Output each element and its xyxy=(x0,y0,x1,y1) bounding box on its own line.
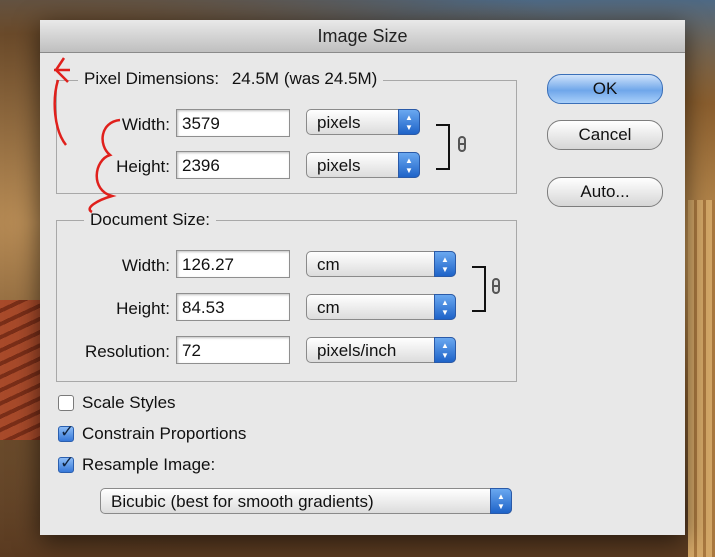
resolution-unit-value: pixels/inch xyxy=(317,341,397,360)
resample-method-value: Bicubic (best for smooth gradients) xyxy=(111,492,374,511)
doc-width-field[interactable]: 126.27 xyxy=(176,250,290,278)
up-down-arrows-icon: ▲ ▼ xyxy=(434,337,456,363)
doc-constrain-bracket xyxy=(472,266,486,312)
red-annotation-marks xyxy=(53,57,121,214)
resolution-field[interactable]: 72 xyxy=(176,336,290,364)
chain-link-icon xyxy=(458,136,466,152)
building-facade xyxy=(688,200,715,557)
pixel-width-unit-value: pixels xyxy=(317,113,361,132)
up-down-arrows-icon: ▲ ▼ xyxy=(398,109,420,135)
up-down-arrows-icon: ▲ ▼ xyxy=(490,488,512,514)
resample-image-label: Resample Image: xyxy=(82,455,216,474)
up-down-arrows-icon: ▲ ▼ xyxy=(398,152,420,178)
constrain-proportions-label: Constrain Proportions xyxy=(82,424,247,443)
doc-height-field[interactable]: 84.53 xyxy=(176,293,290,321)
image-size-dialog: Image Size Pixel Dimensions: 24.5M (was … xyxy=(40,20,685,535)
pixel-height-field[interactable]: 2396 xyxy=(176,151,290,179)
resample-image-checkbox[interactable] xyxy=(58,453,74,473)
auto-button[interactable]: Auto... xyxy=(547,177,663,207)
doc-width-unit-value: cm xyxy=(317,255,340,274)
pixel-dimensions-size: 24.5M (was 24.5M) xyxy=(231,69,378,88)
pixel-width-unit-select[interactable]: pixels ▲ ▼ xyxy=(306,109,420,135)
ok-button[interactable]: OK xyxy=(547,74,663,104)
cancel-button[interactable]: Cancel xyxy=(547,120,663,150)
doc-width-unit-select[interactable]: cm ▲ ▼ xyxy=(306,251,456,277)
scale-styles-label: Scale Styles xyxy=(82,393,176,412)
pixel-height-unit-value: pixels xyxy=(317,156,361,175)
resolution-unit-select[interactable]: pixels/inch ▲ ▼ xyxy=(306,337,456,363)
resolution-label: Resolution: xyxy=(84,342,170,361)
dialog-title: Image Size xyxy=(40,20,685,53)
pixel-width-field[interactable]: 3579 xyxy=(176,109,290,137)
pixel-height-unit-select[interactable]: pixels ▲ ▼ xyxy=(306,152,420,178)
doc-height-label: Height: xyxy=(116,299,170,318)
doc-height-unit-select[interactable]: cm ▲ ▼ xyxy=(306,294,456,320)
doc-width-label: Width: xyxy=(121,256,170,275)
pixel-constrain-bracket xyxy=(436,124,450,170)
up-down-arrows-icon: ▲ ▼ xyxy=(434,294,456,320)
constrain-proportions-checkbox[interactable] xyxy=(58,422,74,442)
tiled-roof xyxy=(0,300,40,440)
chain-link-icon xyxy=(492,278,500,294)
up-down-arrows-icon: ▲ ▼ xyxy=(434,251,456,277)
resample-method-select[interactable]: Bicubic (best for smooth gradients) ▲ ▼ xyxy=(100,488,512,514)
scale-styles-checkbox[interactable] xyxy=(58,395,74,411)
doc-height-unit-value: cm xyxy=(317,298,340,317)
